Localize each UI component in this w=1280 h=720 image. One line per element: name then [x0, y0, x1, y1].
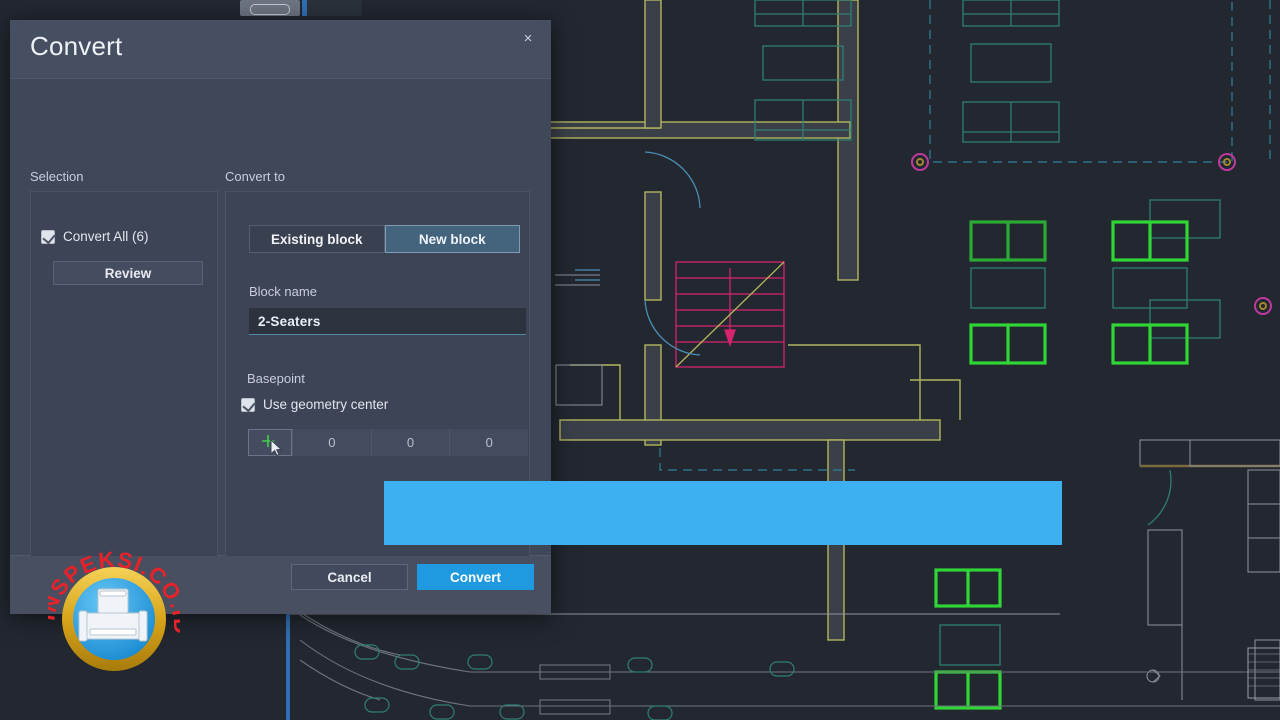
dialog-title-bar[interactable]: Convert × — [10, 20, 551, 78]
close-icon[interactable]: × — [516, 27, 540, 51]
blue-overlay-bar — [384, 481, 1062, 545]
block-name-input[interactable] — [249, 308, 526, 335]
basepoint-y-value[interactable]: 0 — [370, 429, 450, 456]
selection-panel — [30, 191, 218, 595]
convert-button[interactable]: Convert — [417, 564, 534, 590]
cad-stairs — [675, 261, 785, 368]
background-toolbar-rest — [307, 0, 362, 16]
checkbox-checked-icon — [241, 397, 255, 412]
selection-group-label: Selection — [30, 169, 84, 184]
cad-cable-nodes — [354, 644, 795, 720]
tab-new-block[interactable]: New block — [384, 225, 520, 253]
convert-target-tabs: Existing block New block — [249, 225, 520, 253]
pick-point-button[interactable] — [248, 429, 292, 457]
dialog-title: Convert — [30, 31, 123, 61]
review-button[interactable]: Review — [53, 261, 203, 285]
basepoint-x-value[interactable]: 0 — [292, 429, 371, 456]
convert-all-checkbox[interactable]: Convert All (6) — [41, 229, 149, 244]
cad-dashed-bounds — [659, 0, 1271, 471]
cad-grid-markers — [911, 153, 1272, 315]
cad-thin-walls — [1139, 439, 1280, 701]
basepoint-z-value[interactable]: 0 — [449, 429, 529, 456]
cad-viewport-edge — [286, 612, 290, 720]
screen-root: Convert × Selection Convert to Convert A… — [0, 0, 1280, 720]
basepoint-label: Basepoint — [247, 371, 305, 386]
use-geometry-center-checkbox[interactable]: Use geometry center — [241, 397, 388, 412]
background-toolbar-chip[interactable] — [240, 0, 300, 16]
cad-hatch-detail — [1247, 647, 1280, 699]
convert-to-group-label: Convert to — [225, 169, 285, 184]
block-name-label: Block name — [249, 284, 317, 299]
checkbox-checked-icon — [41, 229, 55, 244]
mouse-cursor-icon — [270, 438, 283, 457]
use-geometry-center-label: Use geometry center — [263, 397, 389, 412]
convert-all-label: Convert All (6) — [63, 229, 149, 244]
basepoint-coordinate-row: 0 0 0 — [248, 429, 529, 457]
cancel-button[interactable]: Cancel — [291, 564, 408, 590]
tab-existing-block[interactable]: Existing block — [249, 225, 385, 253]
watermark-logo: INSPEKSI.CO.ID — [34, 545, 193, 677]
cad-doors — [575, 151, 1172, 526]
